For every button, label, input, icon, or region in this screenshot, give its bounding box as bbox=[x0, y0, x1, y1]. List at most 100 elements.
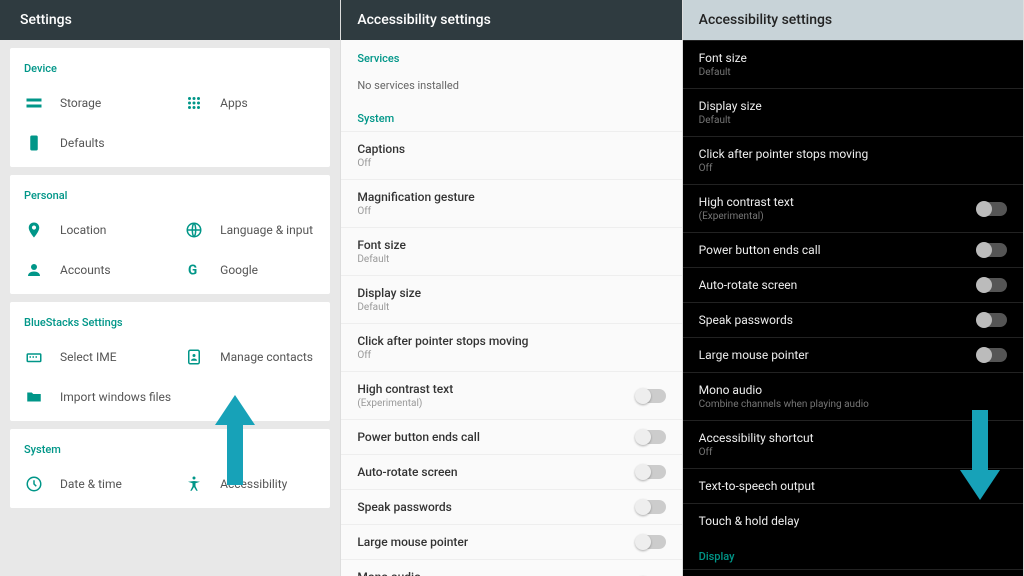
row-title: Accessibility shortcut bbox=[699, 431, 1007, 445]
row-subtitle: Combine channels when playing audio bbox=[699, 399, 1007, 410]
accessibility-row-magnification-gesture[interactable]: Magnification gesture Off bbox=[341, 179, 681, 227]
settings-item-label: Import windows files bbox=[60, 390, 171, 404]
accessibility-row-font-size[interactable]: Font sizeDefault bbox=[683, 40, 1023, 88]
row-subtitle: Default bbox=[699, 67, 1007, 78]
row-title: High contrast text bbox=[699, 195, 977, 209]
accessibility-row-high-contrast-text[interactable]: High contrast text(Experimental) bbox=[341, 371, 681, 419]
section-title: System bbox=[10, 439, 330, 464]
toggle-switch[interactable] bbox=[636, 389, 666, 403]
settings-item-defaults[interactable]: Defaults bbox=[10, 123, 330, 163]
services-section-header: Services bbox=[341, 40, 681, 71]
settings-item-label: Accounts bbox=[60, 263, 111, 277]
settings-item-label: Language & input bbox=[220, 223, 313, 237]
toggle-switch[interactable] bbox=[636, 500, 666, 514]
toggle-switch[interactable] bbox=[977, 278, 1007, 292]
accessibility-row-display-size[interactable]: Display size Default bbox=[683, 88, 1023, 136]
defaults-icon bbox=[24, 133, 44, 153]
settings-item-select-ime[interactable]: Select IME bbox=[10, 337, 170, 377]
settings-item-accessibility[interactable]: Accessibility bbox=[170, 464, 330, 504]
accessibility-row-text-to-speech-output[interactable]: Text-to-speech output bbox=[683, 468, 1023, 503]
toggle-switch[interactable] bbox=[636, 465, 666, 479]
row-title: High contrast text bbox=[357, 382, 635, 396]
settings-item-accounts[interactable]: Accounts bbox=[10, 250, 170, 290]
section-title: Personal bbox=[10, 185, 330, 210]
no-services-text: No services installed bbox=[341, 71, 681, 100]
import-icon bbox=[24, 387, 44, 407]
google-icon: G bbox=[184, 260, 204, 280]
accessibility-row-auto-rotate-screen[interactable]: Auto-rotate screen bbox=[683, 267, 1023, 302]
accessibility-row-mono-audio[interactable]: Mono audioCombine channels when playing … bbox=[341, 559, 681, 576]
row-title: Mono audio bbox=[699, 383, 1007, 397]
row-title: Magnification gesture bbox=[357, 190, 665, 204]
row-subtitle: Default bbox=[699, 115, 1007, 126]
row-subtitle: Off bbox=[357, 206, 665, 217]
settings-item-apps[interactable]: Apps bbox=[170, 83, 330, 123]
settings-card: Personal Location Language & input Accounts… bbox=[10, 175, 330, 294]
row-title: Text-to-speech output bbox=[699, 479, 1007, 493]
toggle-switch[interactable] bbox=[636, 430, 666, 444]
settings-item-label: Accessibility bbox=[220, 477, 287, 491]
toggle-switch[interactable] bbox=[977, 348, 1007, 362]
settings-item-location[interactable]: Location bbox=[10, 210, 170, 250]
toggle-switch[interactable] bbox=[636, 535, 666, 549]
settings-item-label: Location bbox=[60, 223, 106, 237]
accessibility-row-accessibility-shortcut[interactable]: Accessibility shortcut Off bbox=[683, 420, 1023, 468]
settings-item-label: Manage contacts bbox=[220, 350, 313, 364]
settings-item-language-input[interactable]: Language & input bbox=[170, 210, 330, 250]
accessibility-row-power-button-ends-call[interactable]: Power button ends call bbox=[683, 232, 1023, 267]
settings-header: Settings bbox=[0, 0, 340, 40]
accessibility-row-captions[interactable]: Captions Off bbox=[341, 131, 681, 179]
row-title: Click after pointer stops moving bbox=[699, 147, 1007, 161]
settings-card: Device Storage AppsDefaults bbox=[10, 48, 330, 167]
accessibility-row-high-contrast-text[interactable]: High contrast text(Experimental) bbox=[683, 184, 1023, 232]
accounts-icon bbox=[24, 260, 44, 280]
row-title: Click after pointer stops moving bbox=[357, 334, 665, 348]
toggle-switch[interactable] bbox=[977, 202, 1007, 216]
accessibility-row-font-size[interactable]: Font sizeDefault bbox=[341, 227, 681, 275]
toggle-switch[interactable] bbox=[977, 243, 1007, 257]
accessibility-row-click-after-pointer-stops-moving[interactable]: Click after pointer stops moving Off bbox=[341, 323, 681, 371]
accessibility-row-speak-passwords[interactable]: Speak passwords bbox=[341, 489, 681, 524]
accessibility-header: Accessibility settings bbox=[341, 0, 681, 40]
accessibility-row-color-inversion[interactable]: Color inversion(Experimental) May affect… bbox=[683, 569, 1023, 576]
accessibility-row-display-size[interactable]: Display sizeDefault bbox=[341, 275, 681, 323]
storage-icon bbox=[24, 93, 44, 113]
toggle-switch[interactable] bbox=[977, 313, 1007, 327]
settings-card: BlueStacks SettingsSelect IME Manage cont… bbox=[10, 302, 330, 421]
row-title: Font size bbox=[357, 238, 665, 252]
settings-item-date-time[interactable]: Date & time bbox=[10, 464, 170, 504]
settings-panel: Settings Device Storage AppsDefaults Person… bbox=[0, 0, 341, 576]
settings-item-manage-contacts[interactable]: Manage contacts bbox=[170, 337, 330, 377]
accessibility-row-power-button-ends-call[interactable]: Power button ends call bbox=[341, 419, 681, 454]
row-subtitle: Off bbox=[699, 163, 1007, 174]
accessibility-body: Services No services installed System Ca… bbox=[341, 40, 681, 576]
row-title: Captions bbox=[357, 142, 665, 156]
settings-item-google[interactable]: GGoogle bbox=[170, 250, 330, 290]
row-title: Mono audio bbox=[357, 570, 635, 576]
accessibility-row-large-mouse-pointer[interactable]: Large mouse pointer bbox=[683, 337, 1023, 372]
ime-icon bbox=[24, 347, 44, 367]
svg-text:G: G bbox=[188, 263, 197, 279]
settings-item-import-windows-files[interactable]: Import windows files bbox=[10, 377, 330, 417]
accessibility-row-touch-hold-delay[interactable]: Touch & hold delay bbox=[683, 503, 1023, 538]
section-title: BlueStacks Settings bbox=[10, 312, 330, 337]
system-section-header: System bbox=[341, 100, 681, 131]
row-title: Display size bbox=[357, 286, 665, 300]
row-subtitle: Off bbox=[357, 350, 665, 361]
accessibility-row-mono-audio[interactable]: Mono audio Combine channels when playing … bbox=[683, 372, 1023, 420]
accessibility-row-auto-rotate-screen[interactable]: Auto-rotate screen bbox=[341, 454, 681, 489]
row-title: Touch & hold delay bbox=[699, 514, 1007, 528]
accessibility-row-click-after-pointer-stops-moving[interactable]: Click after pointer stops moving Off bbox=[683, 136, 1023, 184]
section-title: Device bbox=[10, 58, 330, 83]
row-subtitle: Off bbox=[357, 158, 665, 169]
row-title: Speak passwords bbox=[699, 313, 977, 327]
accessibility-dark-panel: Accessibility settings Font sizeDefaultD… bbox=[683, 0, 1024, 576]
display-section-header: Display bbox=[683, 538, 1023, 569]
accessibility-row-large-mouse-pointer[interactable]: Large mouse pointer bbox=[341, 524, 681, 559]
row-title: Display size bbox=[699, 99, 1007, 113]
row-subtitle: Off bbox=[699, 447, 1007, 458]
settings-item-storage[interactable]: Storage bbox=[10, 83, 170, 123]
settings-item-label: Storage bbox=[60, 96, 101, 110]
settings-body: Device Storage AppsDefaults Personal Locatio… bbox=[0, 40, 340, 508]
accessibility-row-speak-passwords[interactable]: Speak passwords bbox=[683, 302, 1023, 337]
